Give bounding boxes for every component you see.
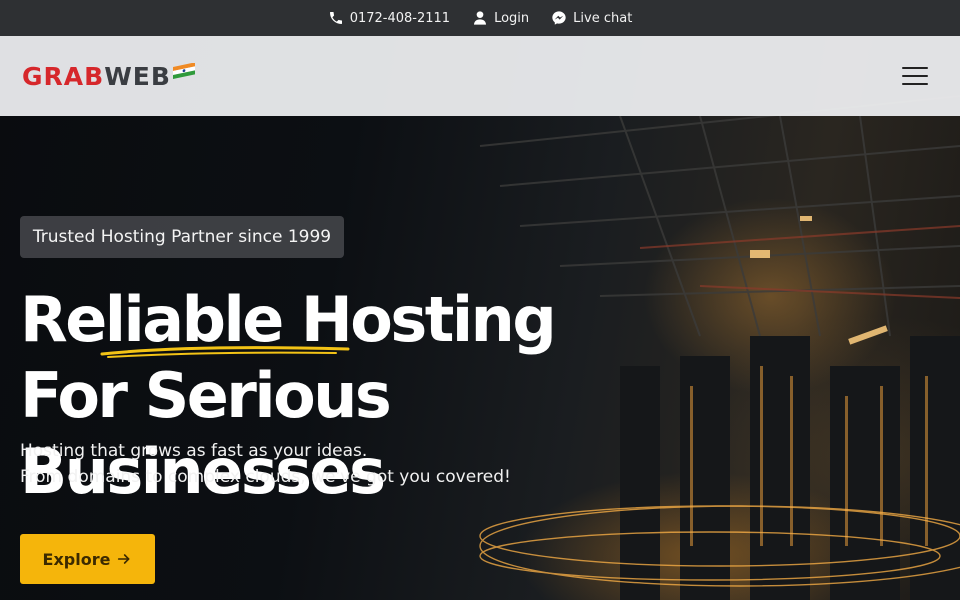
subtext-line-2: From domains to complex clouds, we've go… (20, 467, 511, 487)
highlight-underline (100, 346, 350, 358)
messenger-icon (552, 11, 566, 25)
arrow-right-icon (118, 554, 130, 564)
top-bar: 0172-408-2111 Login Live chat (0, 0, 960, 36)
menu-bar (902, 83, 928, 85)
menu-bar (902, 67, 928, 69)
user-icon (474, 11, 487, 25)
live-chat-label: Live chat (573, 10, 633, 26)
phone-number: 0172-408-2111 (349, 10, 451, 26)
menu-bar (902, 75, 928, 77)
trust-badge: Trusted Hosting Partner since 1999 (20, 216, 344, 258)
login-link[interactable]: Login (472, 10, 529, 26)
live-chat-link[interactable]: Live chat (551, 10, 632, 26)
site-header: GRAB WEB (0, 36, 960, 116)
explore-button[interactable]: Explore (20, 534, 155, 584)
hero-subtext: Hosting that grows as fast as your ideas… (20, 438, 580, 490)
subtext-line-1: Hosting that grows as fast as your ideas… (20, 441, 368, 461)
hamburger-menu-icon[interactable] (902, 67, 928, 85)
india-flag-icon (172, 63, 195, 79)
phone-link[interactable]: 0172-408-2111 (328, 10, 450, 26)
logo-text-grab: GRAB (22, 61, 105, 91)
logo[interactable]: GRAB WEB (22, 62, 197, 91)
login-label: Login (494, 10, 530, 26)
phone-icon (329, 12, 342, 24)
explore-label: Explore (42, 549, 111, 569)
logo-text-web: WEB (104, 61, 171, 91)
